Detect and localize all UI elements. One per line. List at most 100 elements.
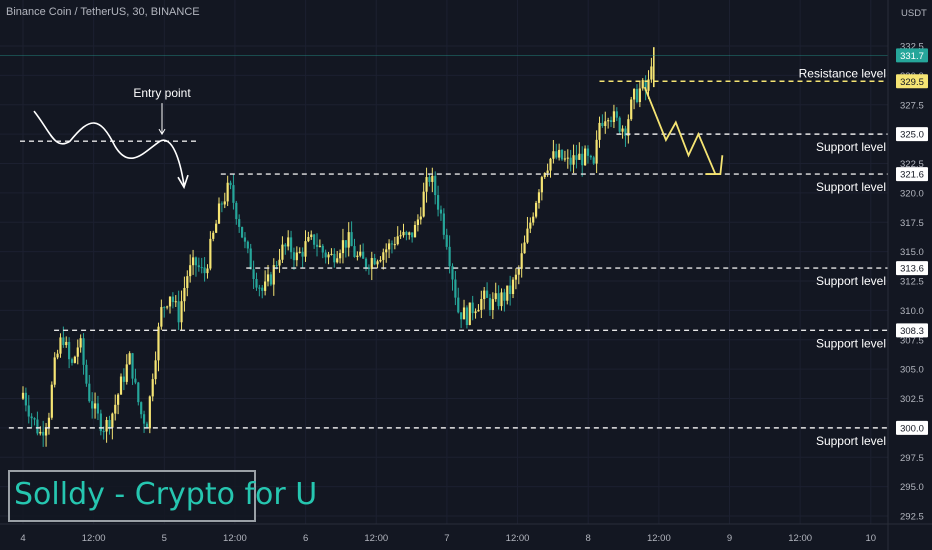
price-tag-label: 300.0 (900, 423, 924, 434)
candle-body (168, 296, 172, 307)
candle-body (500, 292, 503, 307)
candle-body (266, 274, 270, 282)
candle-body (632, 89, 636, 100)
candle-body (485, 290, 489, 298)
candle-body (189, 265, 192, 277)
candle-body (471, 302, 474, 314)
candle-body (255, 278, 258, 288)
candle-body (310, 234, 313, 237)
candle-body (607, 120, 610, 122)
candle-body (321, 245, 324, 253)
candle-body (243, 237, 247, 242)
candle-body (119, 376, 123, 395)
price-tag-label: 308.3 (900, 326, 924, 337)
candle-body (630, 99, 633, 120)
y-tick-label: 302.5 (900, 394, 924, 405)
candle-body (650, 66, 653, 80)
candle-body (408, 232, 411, 235)
candle-body (509, 285, 512, 295)
candle-body (114, 404, 117, 414)
candle-body (304, 241, 307, 257)
candle-body (275, 265, 278, 267)
candle-body (318, 245, 321, 247)
candle-body (203, 267, 206, 274)
candle-body (174, 301, 177, 303)
candle-body (166, 306, 169, 308)
candle-body (249, 248, 252, 270)
candle-body (382, 252, 385, 260)
candle-body (402, 231, 405, 236)
candle-body (177, 301, 180, 323)
x-tick-label: 12:00 (506, 533, 530, 544)
candle-body (353, 246, 356, 257)
candle-body (281, 244, 284, 260)
candle-body (27, 405, 30, 417)
candle-body (488, 297, 492, 310)
candle-body (278, 259, 281, 266)
candle-body (581, 153, 584, 166)
candle-body (534, 202, 538, 217)
candle-body (200, 267, 203, 269)
x-tick-label: 12:00 (788, 533, 812, 544)
candle-body (102, 431, 105, 433)
symbol-title: Binance Coin / TetherUS, 30, BINANCE (6, 6, 200, 18)
candle-body (460, 312, 463, 320)
candle-body (191, 257, 195, 266)
candle-body (292, 252, 296, 261)
candle-body (422, 191, 425, 217)
level-label: Support level (816, 180, 886, 194)
candle-body (258, 287, 261, 289)
candle-body (39, 431, 42, 434)
candle-body (194, 257, 198, 266)
candle-body (232, 185, 235, 203)
candle-body (142, 414, 146, 424)
candle-body (336, 258, 339, 263)
price-tag-label: 321.6 (900, 170, 924, 181)
candle-body (612, 111, 616, 123)
candle-body (445, 234, 448, 247)
price-tag-label: 329.5 (900, 77, 924, 88)
candle-body (627, 119, 630, 136)
candle-body (563, 158, 567, 160)
candle-body (217, 203, 221, 224)
candle-body (546, 170, 549, 174)
candle-body (44, 428, 48, 436)
candle-body (465, 307, 469, 325)
candle-body (68, 341, 71, 360)
candle-body (583, 148, 587, 166)
candle-body (327, 254, 330, 258)
candle-body (307, 236, 310, 242)
candle-body (79, 338, 82, 348)
candle-body (589, 155, 592, 158)
x-tick-label: 5 (162, 533, 167, 544)
candle-body (344, 240, 347, 248)
candle-body (491, 299, 494, 310)
candle-body (638, 88, 641, 103)
candle-body (390, 243, 394, 245)
chart-background (0, 0, 932, 550)
candle-body (154, 360, 157, 380)
candle-body (477, 309, 480, 312)
level-label: Support level (816, 140, 886, 154)
x-tick-label: 12:00 (82, 533, 106, 544)
candle-body (506, 285, 509, 301)
price-chart[interactable]: Resistance level Support level Support lev… (0, 0, 932, 550)
candle-body (157, 326, 160, 361)
candle-body (42, 431, 45, 436)
candle-body (494, 293, 497, 300)
x-tick-label: 6 (303, 533, 308, 544)
candle-body (373, 258, 376, 265)
candle-body (301, 251, 304, 257)
candle-body (111, 413, 114, 428)
candle-body (474, 311, 477, 314)
candle-body (413, 224, 417, 238)
candle-body (405, 231, 408, 235)
candle-body (88, 383, 91, 402)
candle-body (555, 151, 558, 158)
candle-body (537, 192, 541, 203)
candle-body (125, 364, 128, 382)
grid (0, 0, 932, 550)
candle-body (520, 253, 523, 269)
candle-body (396, 236, 399, 245)
candle-body (59, 337, 62, 354)
